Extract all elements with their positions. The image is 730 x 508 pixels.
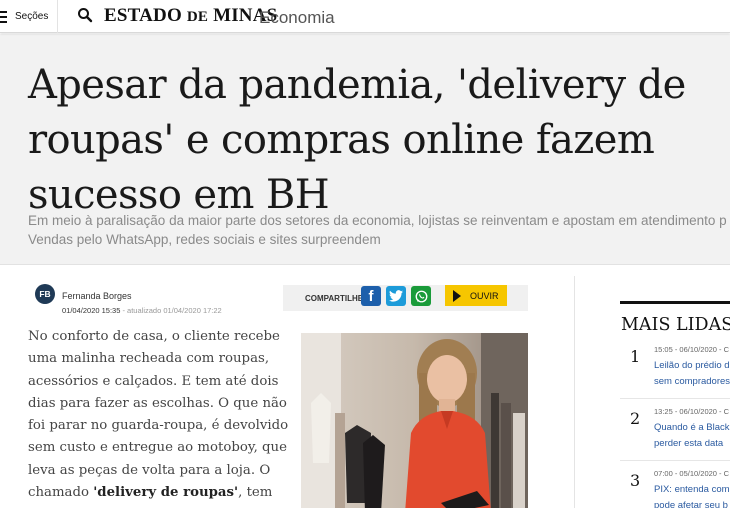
most-read-title-line: sem compradores [654,375,730,387]
article-body: No conforto de casa, o cliente recebe um… [28,326,290,508]
hamburger-icon [0,10,7,23]
listen-button[interactable]: OUVIR [445,285,507,306]
most-read-rule [620,301,730,304]
logo-text-1: ESTADO [104,5,187,26]
listen-label: OUVIR [470,290,499,301]
most-read-link[interactable]: PIX: entenda com pode afetar seu b [654,482,730,508]
most-read-meta: 13:25 - 06/10/2020 - C [654,407,730,416]
list-divider [620,460,730,461]
twitter-icon[interactable] [386,286,406,306]
most-read-title-line: perder esta data [654,437,724,449]
top-navigation-bar: Seções ESTADO DE MINAS Economia [0,0,730,33]
article-dates: 01/04/2020 15:35 - atualizado 01/04/2020… [62,306,222,315]
most-read-item[interactable]: 2 13:25 - 06/10/2020 - C Quando é a Blac… [620,407,730,467]
body-text-1: No conforto de casa, o cliente recebe um… [28,329,289,501]
body-text-bold: 'delivery de roupas' [93,485,239,501]
most-read-heading: MAIS LIDAS [621,315,730,335]
most-read-item[interactable]: 1 15:05 - 06/10/2020 - C Leilão do prédi… [620,345,730,405]
most-read-title-line: pode afetar seu b [654,499,728,508]
updated-date: - atualizado 01/04/2020 17:22 [120,306,222,315]
most-read-meta: 15:05 - 06/10/2020 - C [654,345,730,354]
header-divider [57,0,58,33]
most-read-rank: 3 [630,471,641,490]
author-name[interactable]: Fernanda Borges [62,291,132,301]
subtitle-line-1: Em meio à paralisação da maior parte dos… [28,213,727,228]
article-hero: Apesar da pandemia, 'delivery de roupas'… [0,34,730,265]
most-read-link[interactable]: Leilão do prédio d sem compradores [654,358,730,389]
section-link[interactable]: Economia [259,8,335,28]
most-read-item[interactable]: 3 07:00 - 05/10/2020 - C PIX: entenda co… [620,469,730,508]
site-logo[interactable]: ESTADO DE MINAS [104,5,277,27]
subtitle-line-2: Vendas pelo WhatsApp, redes sociais e si… [28,232,381,247]
logo-text-2: DE [186,9,209,25]
whatsapp-icon[interactable] [411,286,431,306]
sidebar-divider [574,276,575,508]
author-avatar[interactable]: FB [35,284,55,304]
list-divider [620,398,730,399]
sections-menu-label: Seções [15,11,49,22]
most-read-title-line: Leilão do prédio d [654,360,730,371]
most-read-title-line: PIX: entenda com [654,484,730,495]
most-read-rank: 1 [630,347,641,366]
facebook-icon[interactable]: f [361,286,381,306]
sections-menu-button[interactable]: Seções [0,0,48,33]
most-read-link[interactable]: Quando é a Black perder esta data [654,420,730,451]
article-photo[interactable] [301,333,528,508]
most-read-rank: 2 [630,409,641,428]
article-headline: Apesar da pandemia, 'delivery de roupas'… [28,62,686,218]
article-subtitle: Em meio à paralisação da maior parte dos… [28,211,730,249]
share-label: COMPARTILHE [305,294,364,303]
most-read-meta: 07:00 - 05/10/2020 - C [654,469,730,478]
share-bar: COMPARTILHE f OUVIR [283,285,528,311]
search-icon[interactable] [76,6,94,24]
play-icon [453,289,461,302]
published-date: 01/04/2020 15:35 [62,306,121,315]
most-read-title-line: Quando é a Black [654,422,730,433]
